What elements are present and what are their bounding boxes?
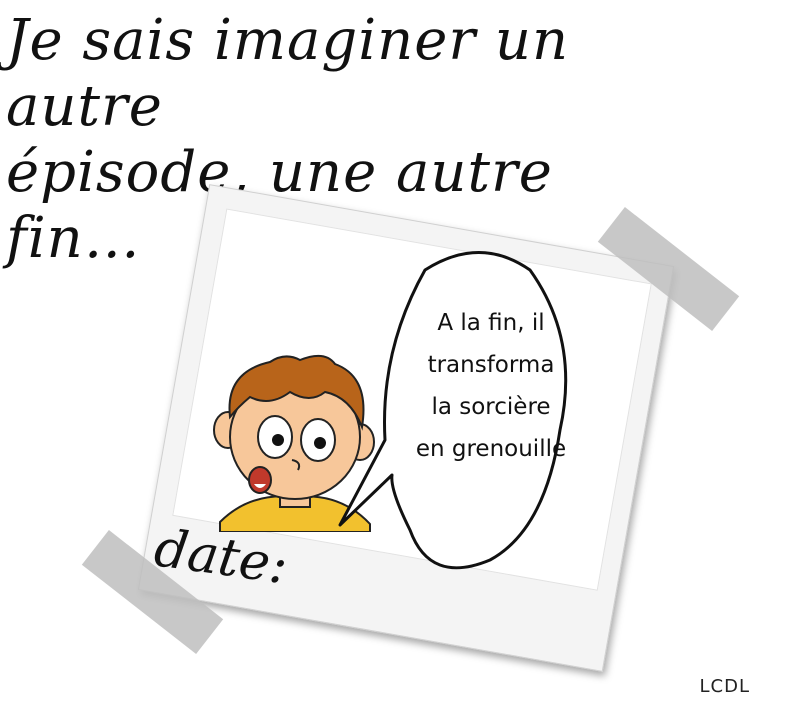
bubble-line-4: en grenouille (415, 436, 567, 462)
title-line-1: Je sais imaginer un autre (6, 8, 570, 139)
bubble-line-1: A la fin, il (437, 310, 545, 336)
speech-bubble-text: A la fin, il transforma la sorcière en g… (396, 302, 586, 470)
worksheet-card: Je sais imaginer un autre épisode, une a… (0, 0, 794, 717)
bubble-line-3: la sorcière (431, 394, 551, 420)
bubble-line-2: transforma (427, 352, 555, 378)
credit-label: LCDL (699, 676, 750, 697)
